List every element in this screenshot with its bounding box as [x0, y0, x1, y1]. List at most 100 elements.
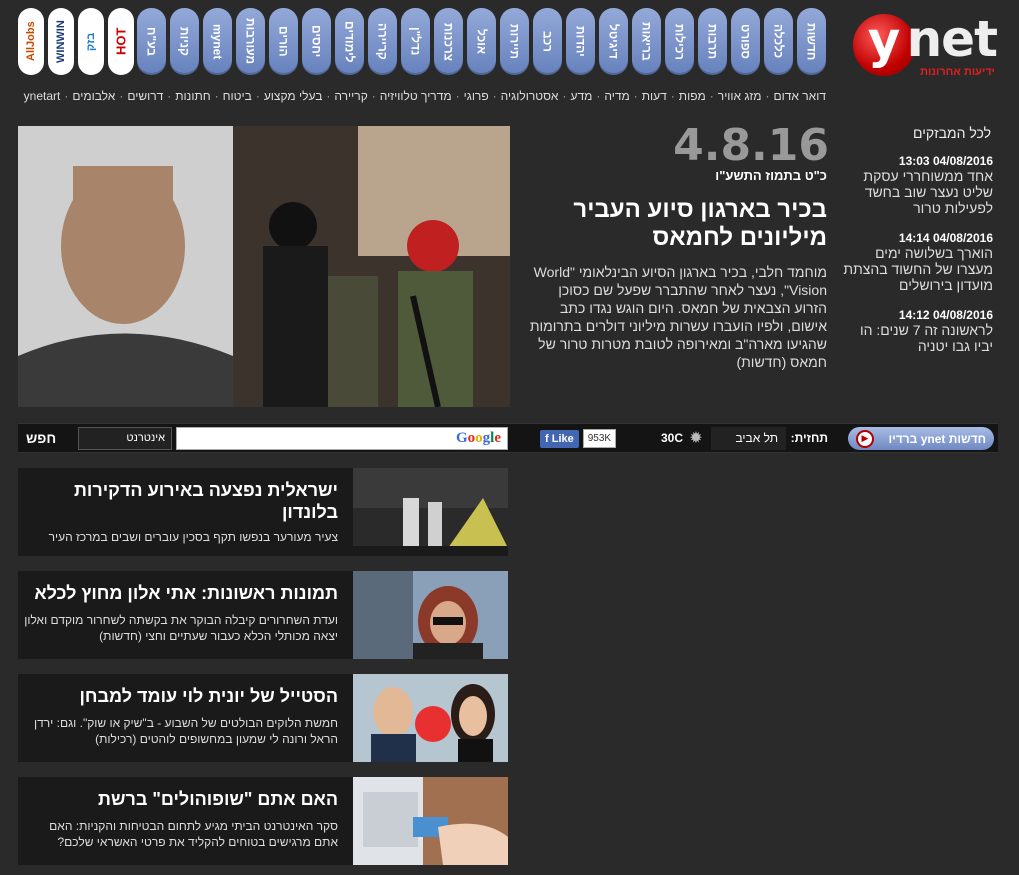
- sub-nav-link[interactable]: אסטרולוגיה: [501, 89, 559, 103]
- partner-tab[interactable]: בזק: [78, 8, 104, 75]
- nav-tab[interactable]: חדשות: [797, 8, 826, 75]
- radio-label: חדשות ynet ברדיו: [888, 431, 986, 446]
- sun-icon: ✹: [689, 430, 703, 447]
- article-title[interactable]: תמונות ראשונות: אתי אלון מחוץ לכלא: [28, 582, 338, 604]
- nav-tab[interactable]: mynet: [203, 8, 232, 75]
- thumb-graphic: [353, 674, 508, 762]
- nav-tab[interactable]: דיגיטל: [599, 8, 628, 75]
- sub-nav-link[interactable]: פרוגי: [464, 89, 489, 103]
- live-entry-time: 04/08/2016 14:14: [898, 231, 993, 245]
- article-title[interactable]: הסטייל של יונית לוי עומד למבחן: [28, 685, 339, 707]
- nav-tab[interactable]: תיירות: [500, 8, 529, 75]
- sub-nav-link[interactable]: מזג אוויר: [718, 89, 762, 103]
- nav-tab[interactable]: נדל"ן: [401, 8, 430, 75]
- partner-tab[interactable]: HOT: [108, 8, 134, 75]
- article-card-2[interactable]: תמונות ראשונות: אתי אלון מחוץ לכלא ועדת …: [18, 571, 508, 659]
- nav-tab[interactable]: לימודים: [335, 8, 364, 75]
- sub-nav-link[interactable]: דואר אדום: [774, 89, 827, 103]
- sub-nav-separator: ·: [119, 89, 124, 103]
- main-lede[interactable]: מוחמד חלבי, בכיר בארגון הסיוע הבינלאומי …: [522, 263, 827, 371]
- search-button[interactable]: חפש: [26, 427, 56, 450]
- logo-name: net: [906, 10, 998, 68]
- search-input[interactable]: Google: [176, 427, 508, 450]
- city-select[interactable]: תל אביב: [711, 427, 786, 450]
- radio-button[interactable]: חדשות ynet ברדיו ▶: [848, 427, 994, 450]
- nav-tab[interactable]: רכילות: [665, 8, 694, 75]
- sub-nav-separator: ·: [371, 89, 376, 103]
- live-entry[interactable]: 04/08/2016 14:14 הוארך בשלושה ימים מעצרו …: [839, 231, 997, 293]
- article-card-3[interactable]: הסטייל של יונית לוי עומד למבחן חמשת הלוק…: [18, 674, 508, 762]
- facebook-f-icon: f: [545, 432, 552, 445]
- sub-nav-link[interactable]: ynetart: [24, 89, 61, 103]
- ynet-logo[interactable]: y net ידיעות אחרונות: [847, 8, 998, 82]
- nav-tab[interactable]: כלכלה: [764, 8, 793, 75]
- toolbar: חדשות ynet ברדיו ▶ תחזית: תל אביב ✹ 30C …: [18, 423, 998, 453]
- sub-nav-link[interactable]: ביטוח: [223, 89, 252, 103]
- thumb-graphic: [353, 777, 508, 865]
- sub-nav-link[interactable]: דעות: [642, 89, 667, 103]
- sub-nav-separator: ·: [670, 89, 675, 103]
- partner-tab[interactable]: WINWIN: [48, 8, 74, 75]
- sub-nav-link[interactable]: בעלי מקצוע: [264, 89, 323, 103]
- nav-tab[interactable]: תרבות: [698, 8, 727, 75]
- temperature: 30C: [660, 431, 683, 445]
- article-thumbnail[interactable]: [353, 571, 508, 659]
- article-thumbnail[interactable]: [353, 468, 508, 556]
- article-card-4[interactable]: האם אתם "שופוהולים" ברשת סקר האינטרנט הב…: [18, 777, 508, 865]
- sub-nav-separator: ·: [64, 89, 69, 103]
- nav-tab[interactable]: צרכנות: [434, 8, 463, 75]
- facebook-like-icon[interactable]: f Like: [540, 429, 579, 448]
- play-icon: ▶: [856, 429, 874, 448]
- article-title[interactable]: ישראלית נפצעה באירוע הדקירות בלונדון: [28, 479, 338, 523]
- sub-nav-link[interactable]: מדריך טלוויזיה: [380, 89, 452, 103]
- nav-tab[interactable]: אוכל: [467, 8, 496, 75]
- sub-nav-link[interactable]: מפות: [679, 89, 706, 103]
- sub-nav-separator: ·: [709, 89, 714, 103]
- fb-like-count: 953K: [582, 429, 617, 448]
- live-entry[interactable]: 04/08/2016 13:03 אחד ממשוחררי עסקת שליט נ…: [839, 154, 997, 216]
- article-card-1[interactable]: ישראלית נפצעה באירוע הדקירות בלונדון צעי…: [18, 468, 508, 556]
- nav-tab[interactable]: בע"ח: [137, 8, 166, 75]
- sub-nav-link[interactable]: קריירה: [334, 89, 367, 103]
- article-desc: סקר האינטרנט הביתי מגיע לתחום הבטיחות וה…: [49, 819, 338, 849]
- sub-nav-link[interactable]: מדיה: [604, 89, 629, 103]
- nav-tab[interactable]: מעורבות: [236, 8, 265, 75]
- live-entry-text[interactable]: לראשונה זה 7 שנים: הו יביו גבו יטניה: [839, 322, 993, 354]
- nav-tab[interactable]: יהדות: [566, 8, 595, 75]
- nav-tab[interactable]: הורים: [269, 8, 298, 75]
- nav-tab[interactable]: בריאות: [632, 8, 661, 75]
- nav-tab[interactable]: קריירה: [368, 8, 397, 75]
- sub-nav-link[interactable]: מדע: [570, 89, 592, 103]
- article-title[interactable]: האם אתם "שופוהולים" ברשת: [28, 788, 338, 810]
- sub-nav-link[interactable]: דרושים: [127, 89, 163, 103]
- live-updates-header[interactable]: לכל המבזקים: [839, 125, 997, 141]
- nav-tab[interactable]: יחסים: [302, 8, 331, 75]
- sub-nav-separator: ·: [326, 89, 331, 103]
- search-scope-select[interactable]: אינטרנט: [78, 427, 172, 450]
- nav-tab[interactable]: רכב: [533, 8, 562, 75]
- sub-nav-separator: ·: [633, 89, 638, 103]
- sub-nav-link[interactable]: חתונות: [175, 89, 210, 103]
- sub-nav-separator: ·: [167, 89, 172, 103]
- main-nav: חדשות כלכלה ספורט תרבות רכילות בריאות דיגיטל יה…: [137, 8, 826, 75]
- facebook-like[interactable]: f Like 953K: [540, 427, 630, 450]
- main-story-image[interactable]: [18, 126, 510, 407]
- live-entry-text[interactable]: הוארך בשלושה ימים מעצרו של החשוד בהצתת מ…: [839, 245, 993, 293]
- sub-nav-separator: ·: [596, 89, 601, 103]
- live-entry[interactable]: 04/08/2016 14:12 לראשונה זה 7 שנים: הו יב…: [839, 308, 997, 354]
- partner-nav: HOT בזק WINWIN AllJobs: [18, 8, 134, 75]
- live-entry-text[interactable]: אחד ממשוחררי עסקת שליט נעצר שוב בחשד לפע…: [839, 168, 993, 216]
- partner-tab[interactable]: AllJobs: [18, 8, 44, 75]
- article-thumbnail[interactable]: [353, 777, 508, 865]
- article-desc: צעיר מעורער בנפשו תקף בסכין עוברים ושבים…: [48, 530, 338, 544]
- main-image-graphic: [18, 126, 510, 407]
- nav-tab[interactable]: ספורט: [731, 8, 760, 75]
- article-thumbnail[interactable]: [353, 674, 508, 762]
- nav-tab[interactable]: קניות: [170, 8, 199, 75]
- live-updates: לכל המבזקים 04/08/2016 13:03 אחד ממשוחררי…: [839, 125, 997, 400]
- hebrew-date: כ"ט בתמוז התשע"ו: [715, 168, 827, 183]
- live-entry-time: 04/08/2016 13:03: [898, 154, 993, 168]
- main-headline[interactable]: בכיר בארגון סיוע העביר מיליונים לחמאס: [527, 196, 827, 252]
- sub-nav-separator: ·: [562, 89, 567, 103]
- sub-nav-link[interactable]: אלבומים: [72, 89, 115, 103]
